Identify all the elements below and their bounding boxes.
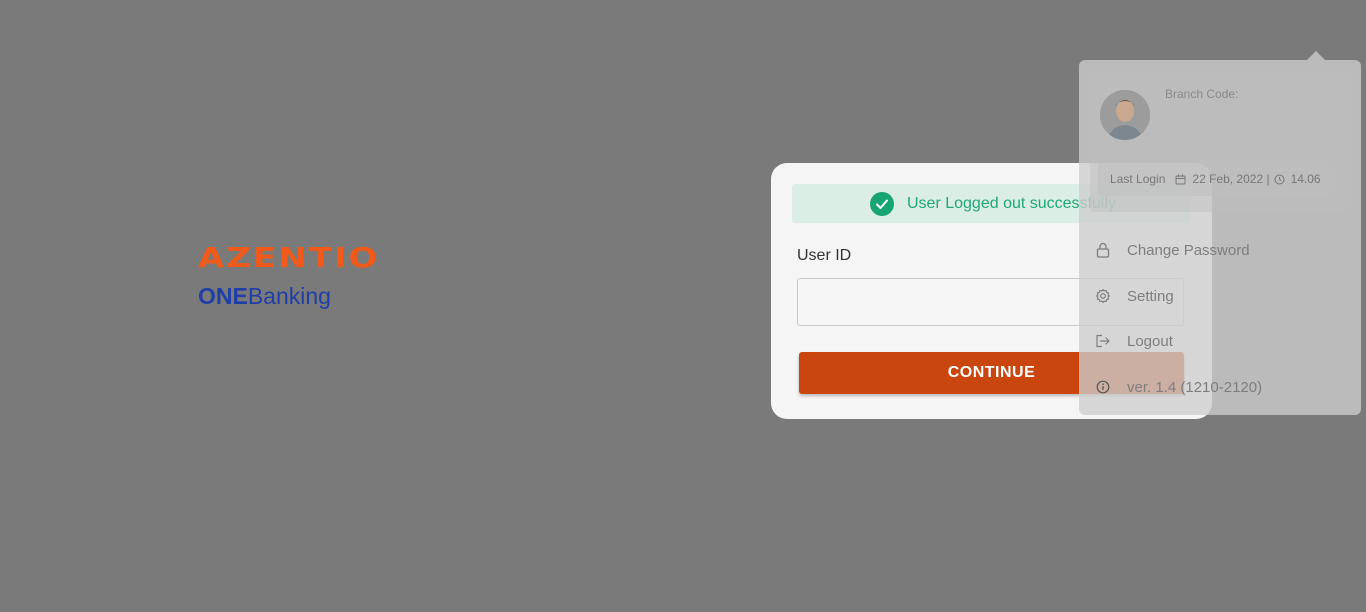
last-login-info: Last Login 22 Feb, 2022 | 14.06 — [1098, 162, 1334, 196]
menu-item-logout[interactable]: Logout — [1095, 329, 1173, 353]
last-login-date: 22 Feb, 2022 | — [1192, 172, 1270, 186]
logout-icon — [1095, 333, 1111, 349]
branch-code-label: Branch Code: — [1165, 87, 1239, 101]
menu-item-label: Change Password — [1127, 241, 1250, 259]
menu-item-change-password[interactable]: Change Password — [1095, 238, 1250, 262]
brand-logo: AZENTIO ONEBanking — [198, 244, 379, 309]
avatar — [1100, 90, 1150, 140]
clock-icon — [1274, 174, 1285, 185]
product-prefix: ONE — [198, 283, 248, 309]
menu-item-label: Logout — [1127, 332, 1173, 350]
azentio-logo: AZENTIO — [198, 241, 380, 275]
calendar-icon — [1175, 174, 1186, 185]
lock-icon — [1095, 242, 1111, 258]
profile-box: Branch Code: Last Login 22 Feb, 2022 | 1… — [1090, 70, 1350, 212]
version-info: ver. 1.4 (1210-2120) — [1095, 375, 1262, 399]
onebanking-logo: ONEBanking — [198, 283, 379, 309]
version-text: ver. 1.4 (1210-2120) — [1127, 378, 1263, 396]
user-menu-panel: Branch Code: Last Login 22 Feb, 2022 | 1… — [1079, 51, 1361, 415]
check-circle-icon — [870, 192, 894, 216]
last-login-time: 14.06 — [1290, 172, 1321, 186]
info-icon — [1095, 379, 1111, 395]
user-id-label: User ID — [797, 247, 852, 264]
gear-icon — [1095, 288, 1111, 304]
product-suffix: Banking — [247, 283, 331, 309]
menu-item-label: Setting — [1127, 287, 1174, 305]
last-login-label: Last Login — [1110, 172, 1166, 186]
menu-item-setting[interactable]: Setting — [1095, 284, 1174, 308]
